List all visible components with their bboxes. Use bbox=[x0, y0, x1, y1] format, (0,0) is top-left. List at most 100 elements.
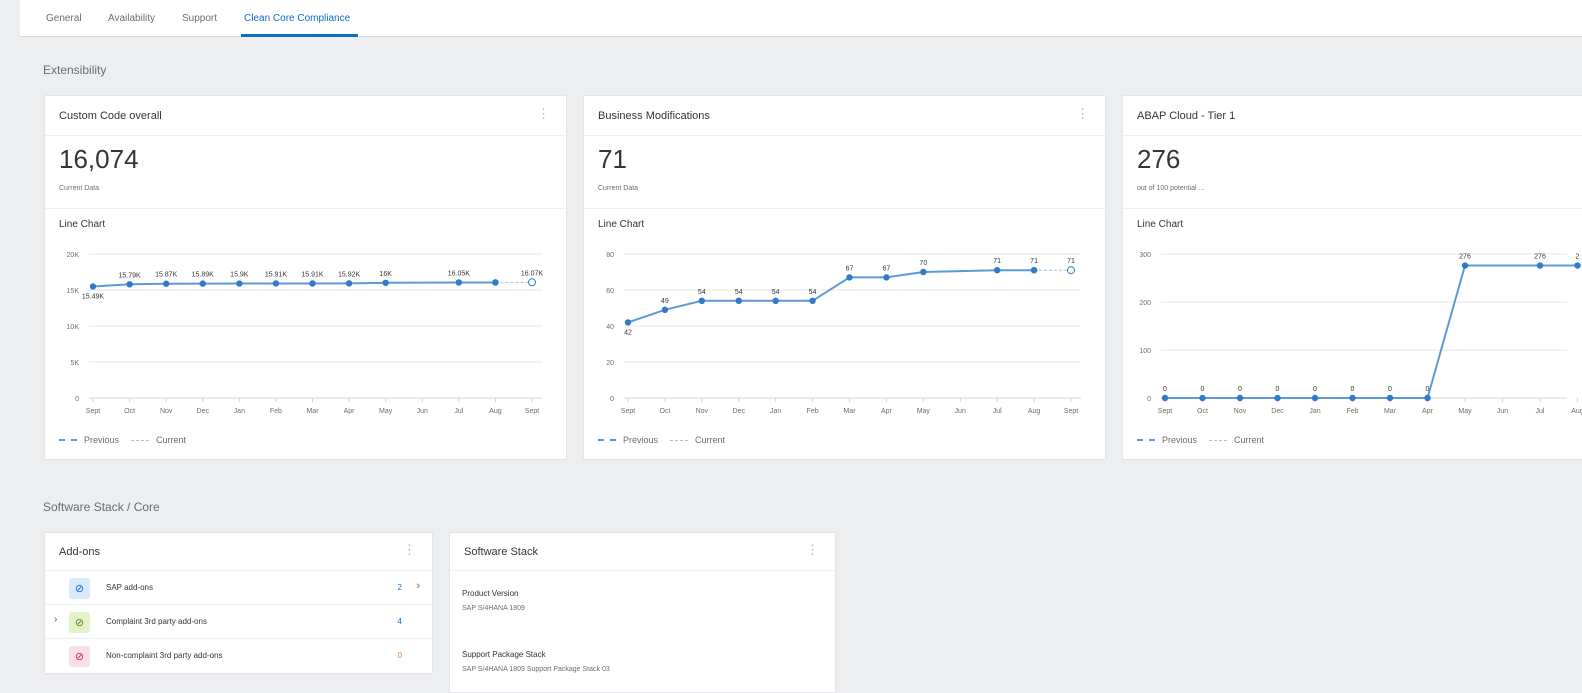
expand-arrow-icon[interactable]: › bbox=[54, 614, 57, 625]
data-point bbox=[1424, 394, 1431, 402]
card-title: Software Stack bbox=[464, 546, 538, 558]
x-tick-label: Sept bbox=[1158, 408, 1172, 415]
list-item-non-complaint-add-ons[interactable]: ⊘ Non-complaint 3rd party add-ons 0 bbox=[45, 639, 432, 673]
data-point bbox=[809, 297, 816, 304]
chart-label: Line Chart bbox=[598, 219, 645, 230]
active-tab-indicator bbox=[241, 34, 358, 37]
y-tick-label: 100 bbox=[1139, 348, 1151, 355]
y-tick-label: 5K bbox=[70, 360, 79, 367]
x-tick-label: Dec bbox=[1271, 408, 1284, 415]
x-tick-label: Dec bbox=[197, 408, 210, 415]
shield-icon: ⊘ bbox=[69, 646, 90, 667]
card-header: Software Stack ⋮ bbox=[450, 533, 835, 571]
data-label: 67 bbox=[846, 265, 854, 272]
kpi-subtitle: Current Data bbox=[59, 185, 100, 192]
data-label: 15.79K bbox=[118, 272, 141, 279]
list-item-complaint-add-ons[interactable]: › ⊘ Complaint 3rd party add-ons 4 bbox=[45, 605, 432, 639]
x-tick-label: Sept bbox=[525, 408, 539, 415]
card-header: Add-ons ⋮ bbox=[45, 533, 432, 571]
y-tick-label: 15K bbox=[67, 288, 80, 295]
divider bbox=[584, 208, 1105, 209]
list-item-sap-add-ons[interactable]: ⊘ SAP add-ons 2 › bbox=[45, 571, 432, 605]
data-label: 70 bbox=[919, 260, 927, 267]
add-on-list: ⊘ SAP add-ons 2 › › ⊘ Complaint 3rd part… bbox=[45, 571, 432, 675]
x-tick-label: Apr bbox=[1422, 408, 1434, 415]
x-tick-label: Aug bbox=[1571, 408, 1582, 415]
tab-support[interactable]: Support bbox=[182, 13, 217, 24]
data-point bbox=[1161, 394, 1169, 402]
x-tick-label: Aug bbox=[489, 408, 502, 415]
x-tick-label: Apr bbox=[344, 408, 356, 415]
legend-current-swatch bbox=[131, 439, 150, 441]
data-point bbox=[624, 319, 632, 326]
data-point bbox=[846, 274, 853, 281]
card-abap-cloud-tier1[interactable]: ABAP Cloud - Tier 1 276 out of 100 poten… bbox=[1122, 95, 1582, 460]
data-point bbox=[772, 297, 779, 304]
x-tick-label: Apr bbox=[881, 408, 893, 415]
card-header: Business Modifications ⋮ bbox=[584, 96, 1105, 136]
data-point bbox=[126, 281, 133, 288]
divider bbox=[45, 208, 566, 209]
card-software-stack: Software Stack ⋮ Product Version SAP S/4… bbox=[449, 532, 836, 693]
series-line-previous bbox=[627, 269, 1035, 324]
x-tick-label: Nov bbox=[696, 408, 709, 415]
x-tick-label: Jan bbox=[234, 408, 245, 415]
data-label: 15.87K bbox=[155, 272, 178, 279]
data-label: 15.49K bbox=[82, 293, 105, 300]
card-title: Custom Code overall bbox=[59, 110, 162, 122]
data-point bbox=[199, 280, 206, 287]
kpi-value: 16,074 bbox=[59, 144, 139, 174]
line-chart: 0 20 40 60 80 Sept Oct Nov Dec Jan Feb Mar Apr May Jun… bbox=[606, 252, 1081, 415]
x-tick-label: Nov bbox=[1234, 408, 1247, 415]
data-point bbox=[236, 280, 243, 287]
data-point bbox=[492, 279, 499, 286]
data-label: 15.89K bbox=[192, 272, 215, 279]
card-business-modifications[interactable]: Business Modifications ⋮ 71 Current Data… bbox=[583, 95, 1106, 460]
data-label: 71 bbox=[1067, 258, 1075, 265]
shield-icon: ⊘ bbox=[69, 612, 90, 633]
data-label: 15.92K bbox=[338, 271, 361, 278]
y-tick-label: 40 bbox=[606, 324, 614, 331]
x-tick-label: Jan bbox=[1309, 408, 1320, 415]
data-point bbox=[309, 280, 316, 287]
card-header: Custom Code overall ⋮ bbox=[45, 96, 566, 136]
more-options-icon[interactable]: ⋮ bbox=[806, 543, 819, 556]
data-label: 276 bbox=[1534, 254, 1546, 261]
data-label: 16.07K bbox=[521, 270, 544, 277]
tab-clean-core-compliance[interactable]: Clean Core Compliance bbox=[244, 13, 350, 24]
chart-label: Line Chart bbox=[1137, 219, 1184, 230]
y-tick-label: 0 bbox=[610, 396, 614, 403]
x-tick-label: Feb bbox=[807, 408, 819, 415]
card-custom-code[interactable]: Custom Code overall ⋮ 16,074 Current Dat… bbox=[44, 95, 567, 460]
data-label: 49 bbox=[661, 298, 669, 305]
divider bbox=[1123, 208, 1582, 209]
chevron-right-icon[interactable]: › bbox=[416, 580, 420, 592]
legend-current: Current bbox=[156, 435, 187, 445]
data-point bbox=[1274, 394, 1281, 402]
data-label: 54 bbox=[772, 289, 780, 296]
data-point bbox=[735, 297, 742, 304]
x-tick-label: Oct bbox=[659, 408, 670, 415]
data-label: 16K bbox=[379, 271, 392, 278]
kpi-value: 276 bbox=[1137, 144, 1181, 174]
line-chart: 0 5K 10K 15K 20K Sept Oct Nov Dec Jan Feb Mar Apr May… bbox=[67, 252, 544, 415]
data-label: 0 bbox=[1201, 386, 1205, 393]
tab-general[interactable]: General bbox=[46, 13, 82, 24]
data-point bbox=[455, 279, 463, 286]
data-label: 71 bbox=[993, 258, 1001, 265]
y-tick-label: 0 bbox=[75, 396, 79, 403]
data-label: 0 bbox=[1163, 386, 1167, 393]
x-tick-label: Jun bbox=[1497, 408, 1508, 415]
more-options-icon[interactable]: ⋮ bbox=[403, 543, 416, 556]
tab-availability[interactable]: Availability bbox=[108, 13, 155, 24]
more-options-icon[interactable]: ⋮ bbox=[537, 107, 550, 120]
data-point bbox=[661, 306, 669, 313]
y-tick-label: 80 bbox=[606, 252, 614, 259]
add-on-label: Non-complaint 3rd party add-ons bbox=[106, 651, 223, 660]
more-options-icon[interactable]: ⋮ bbox=[1076, 107, 1089, 120]
data-point bbox=[345, 280, 353, 287]
data-point bbox=[883, 274, 890, 281]
card-title: ABAP Cloud - Tier 1 bbox=[1137, 110, 1236, 122]
data-label: 67 bbox=[883, 265, 891, 272]
data-label: 0 bbox=[1388, 386, 1392, 393]
